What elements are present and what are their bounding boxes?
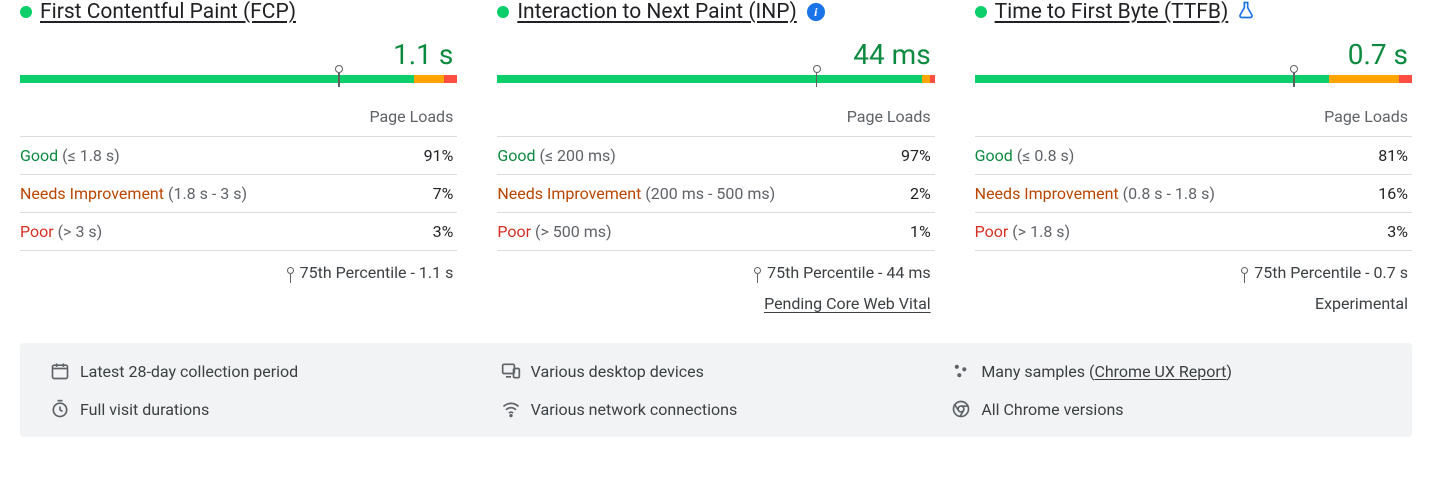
poor-pct: 3% <box>1387 222 1408 241</box>
status-dot-good <box>497 6 509 18</box>
percentile-marker-icon <box>813 65 821 87</box>
page-loads-header: Page Loads <box>975 97 1412 137</box>
poor-pct: 1% <box>910 222 931 241</box>
good-pct: 81% <box>1378 146 1408 165</box>
wifi-icon <box>501 399 521 419</box>
footer-durations-text: Full visit durations <box>80 400 209 419</box>
good-label: Good <box>975 146 1013 165</box>
bar-segment-needs-improvement <box>414 75 444 83</box>
chrome-icon <box>951 399 971 419</box>
page-loads-header: Page Loads <box>20 97 457 137</box>
calendar-icon <box>50 361 70 381</box>
metric-title-link[interactable]: First Contentful Paint (FCP) <box>40 0 296 24</box>
dist-row-poor: Poor (> 1.8 s) 3% <box>975 213 1412 251</box>
footer-period-text: Latest 28-day collection period <box>80 362 298 381</box>
footer-devices-text: Various desktop devices <box>531 362 704 381</box>
footer-network: Various network connections <box>501 399 932 419</box>
percentile-row: 75th Percentile - 44 ms <box>497 251 934 288</box>
footer-chrome-text: All Chrome versions <box>981 400 1123 419</box>
flask-icon[interactable] <box>1236 0 1256 24</box>
ni-label: Needs Improvement <box>497 184 641 203</box>
good-label: Good <box>20 146 58 165</box>
footer-samples-text: Many samples (Chrome UX Report) <box>981 362 1232 381</box>
percentile-marker-icon <box>335 65 343 87</box>
metric-title-link[interactable]: Time to First Byte (TTFB) <box>995 0 1229 24</box>
dist-row-ni: Needs Improvement (200 ms - 500 ms) 2% <box>497 175 934 213</box>
footer-network-text: Various network connections <box>531 400 738 419</box>
metric-value: 1.1 s <box>20 38 457 71</box>
devices-icon <box>501 361 521 381</box>
footer-samples: Many samples (Chrome UX Report) <box>951 361 1382 381</box>
dist-row-good: Good (≤ 200 ms) 97% <box>497 137 934 175</box>
poor-label: Poor <box>497 222 531 241</box>
poor-label: Poor <box>20 222 54 241</box>
poor-label: Poor <box>975 222 1009 241</box>
chrome-ux-report-link[interactable]: Chrome UX Report <box>1094 362 1226 381</box>
page-loads-header: Page Loads <box>497 97 934 137</box>
percentile-marker-icon <box>1241 267 1248 283</box>
ni-label: Needs Improvement <box>975 184 1119 203</box>
status-tag: Experimental <box>975 288 1412 313</box>
footer-devices: Various desktop devices <box>501 361 932 381</box>
metric-title-link[interactable]: Interaction to Next Paint (INP) <box>517 0 796 24</box>
dist-row-ni: Needs Improvement (0.8 s - 1.8 s) 16% <box>975 175 1412 213</box>
ni-label: Needs Improvement <box>20 184 164 203</box>
bar-segment-poor <box>930 75 934 83</box>
info-icon[interactable]: i <box>807 3 825 21</box>
dist-row-good: Good (≤ 1.8 s) 91% <box>20 137 457 175</box>
percentile-row: 75th Percentile - 0.7 s <box>975 251 1412 288</box>
good-pct: 91% <box>424 146 454 165</box>
scatter-icon <box>951 361 971 381</box>
dist-row-ni: Needs Improvement (1.8 s - 3 s) 7% <box>20 175 457 213</box>
metric-value: 44 ms <box>497 38 934 71</box>
metric-ttfb: Time to First Byte (TTFB) 0.7 s Page Loa… <box>975 0 1412 313</box>
percentile-row: 75th Percentile - 1.1 s <box>20 251 457 288</box>
bar-segment-needs-improvement <box>1329 75 1399 83</box>
footer-period: Latest 28-day collection period <box>50 361 481 381</box>
dist-row-good: Good (≤ 0.8 s) 81% <box>975 137 1412 175</box>
dist-row-poor: Poor (> 500 ms) 1% <box>497 213 934 251</box>
distribution-bar <box>20 75 457 83</box>
bar-segment-poor <box>1399 75 1412 83</box>
dist-row-poor: Poor (> 3 s) 3% <box>20 213 457 251</box>
percentile-marker-icon <box>754 267 761 283</box>
ni-pct: 7% <box>433 184 454 203</box>
footer-durations: Full visit durations <box>50 399 481 419</box>
bar-segment-good <box>975 75 1329 83</box>
bar-segment-good <box>20 75 414 83</box>
footer-summary: Latest 28-day collection period Various … <box>20 343 1412 437</box>
metric-fcp: First Contentful Paint (FCP) 1.1 s Page … <box>20 0 457 313</box>
clock-icon <box>50 399 70 419</box>
bar-segment-needs-improvement <box>922 75 931 83</box>
metric-inp: Interaction to Next Paint (INP) i 44 ms … <box>497 0 934 313</box>
good-label: Good <box>497 146 535 165</box>
distribution-bar <box>497 75 934 83</box>
distribution-bar <box>975 75 1412 83</box>
status-tag[interactable]: Pending Core Web Vital <box>497 288 934 313</box>
status-dot-good <box>975 6 987 18</box>
metric-value: 0.7 s <box>975 38 1412 71</box>
bar-segment-poor <box>444 75 457 83</box>
status-dot-good <box>20 6 32 18</box>
percentile-marker-icon <box>1290 65 1298 87</box>
bar-segment-good <box>497 75 921 83</box>
ni-pct: 2% <box>910 184 931 203</box>
poor-pct: 3% <box>433 222 454 241</box>
percentile-marker-icon <box>287 267 294 283</box>
good-pct: 97% <box>901 146 931 165</box>
ni-pct: 16% <box>1378 184 1408 203</box>
footer-chrome: All Chrome versions <box>951 399 1382 419</box>
